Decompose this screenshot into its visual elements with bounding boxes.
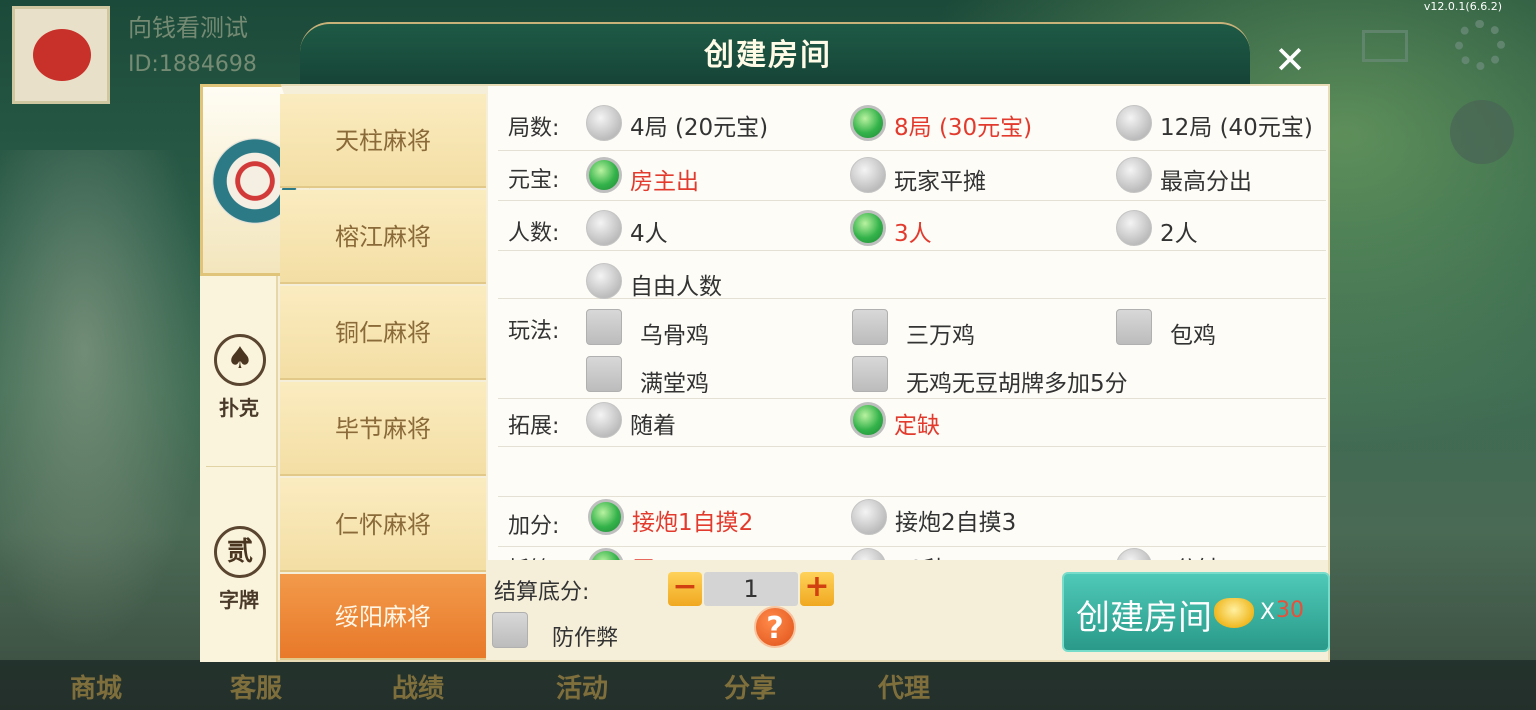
gold-ingot-icon (1214, 598, 1254, 628)
players-2-label[interactable]: 2人 (1160, 214, 1198, 248)
category-tab-poker[interactable]: 扑克 (202, 392, 276, 421)
payer-highest-label[interactable]: 最高分出 (1160, 162, 1252, 196)
play-mantang-checkbox[interactable] (586, 356, 622, 392)
base-score-value: 1 (704, 572, 798, 606)
play-wugu-checkbox[interactable] (586, 309, 622, 345)
payer-host-radio[interactable] (586, 157, 622, 193)
game-tab-bijie[interactable]: 毕节麻将 (280, 382, 486, 476)
spade-icon: ♠ (214, 334, 266, 386)
hosting-label: 托管: (508, 552, 559, 560)
cost-prefix: X (1260, 600, 1276, 625)
rounds-12-label[interactable]: 12局 (40元宝) (1160, 108, 1313, 142)
hosting-10s-radio[interactable] (850, 548, 886, 560)
close-button[interactable]: ✕ (1268, 38, 1312, 82)
row-divider (498, 446, 1326, 447)
base-score-minus-button[interactable]: − (668, 572, 702, 606)
category-tab-zipai[interactable]: 字牌 (202, 584, 276, 613)
nav-shop[interactable]: 商城 (70, 668, 122, 705)
players-4-label[interactable]: 4人 (630, 214, 668, 248)
bonus-2-3-label[interactable]: 接炮2自摸3 (895, 503, 1016, 537)
play-nochicken-checkbox[interactable] (852, 356, 888, 392)
game-tab-rongjiang[interactable]: 榕江麻将 (280, 190, 486, 284)
extend-dingque-radio[interactable] (850, 402, 886, 438)
nav-activity[interactable]: 活动 (556, 668, 608, 705)
rounds-8-label[interactable]: 8局 (30元宝) (894, 108, 1032, 142)
play-baoji-label[interactable]: 包鸡 (1170, 316, 1216, 350)
game-tab-tianzhu[interactable]: 天柱麻将 (280, 94, 486, 188)
players-free-radio[interactable] (586, 263, 622, 299)
row-divider (498, 250, 1326, 251)
row-divider (498, 150, 1326, 151)
extend-label: 拓展: (508, 414, 560, 439)
play-baoji-checkbox[interactable] (1116, 309, 1152, 345)
row-divider (498, 298, 1326, 299)
extend-suizhe-label[interactable]: 随着 (630, 406, 676, 440)
anticheat-checkbox[interactable] (492, 612, 528, 648)
help-button[interactable]: ? (754, 606, 796, 648)
nav-record[interactable]: 战绩 (392, 668, 444, 705)
players-4-radio[interactable] (586, 210, 622, 246)
rounds-4-radio[interactable] (586, 105, 622, 141)
hosting-1m-label[interactable]: 1分钟 (1160, 550, 1221, 560)
rounds-8-radio[interactable] (850, 105, 886, 141)
row-divider (498, 398, 1326, 399)
version-label: v12.0.1(6.6.2) (1423, 0, 1502, 13)
row-divider (498, 496, 1326, 497)
play-nochicken-label[interactable]: 无鸡无豆胡牌多加5分 (906, 364, 1128, 398)
stamp-icon[interactable] (1450, 100, 1514, 164)
payer-split-label[interactable]: 玩家平摊 (894, 162, 986, 196)
payer-label: 元宝: (508, 168, 560, 193)
hosting-10s-label[interactable]: 10秒 (894, 550, 946, 560)
hosting-1m-radio[interactable] (1116, 548, 1152, 560)
row-divider (498, 200, 1326, 201)
extend-dingque-label[interactable]: 定缺 (894, 406, 940, 440)
base-score-label: 结算底分: (494, 580, 590, 605)
base-score-plus-button[interactable]: + (800, 572, 834, 606)
bonus-2-3-radio[interactable] (851, 499, 887, 535)
hosting-none-radio[interactable] (588, 548, 624, 560)
play-wugu-label[interactable]: 乌骨鸡 (640, 316, 709, 350)
players-3-radio[interactable] (850, 210, 886, 246)
category-divider (206, 466, 276, 467)
payer-host-label[interactable]: 房主出 (630, 162, 699, 196)
anticheat-label[interactable]: 防作弊 (552, 620, 618, 652)
game-tab-tongren[interactable]: 铜仁麻将 (280, 286, 486, 380)
extend-suizhe-radio[interactable] (586, 402, 622, 438)
bonus-1-2-radio[interactable] (588, 499, 624, 535)
rounds-12-radio[interactable] (1116, 105, 1152, 141)
nav-service[interactable]: 客服 (230, 668, 282, 705)
rounds-4-label[interactable]: 4局 (20元宝) (630, 108, 768, 142)
bonus-1-2-label[interactable]: 接炮1自摸2 (632, 503, 753, 537)
hosting-none-label[interactable]: 无 (632, 550, 655, 560)
players-2-radio[interactable] (1116, 210, 1152, 246)
players-3-label[interactable]: 3人 (894, 214, 932, 248)
background-plant (0, 150, 210, 650)
game-tab-renhuai[interactable]: 仁怀麻将 (280, 478, 486, 572)
play-sanwan-checkbox[interactable] (852, 309, 888, 345)
play-mantang-label[interactable]: 满堂鸡 (640, 364, 709, 398)
players-free-label[interactable]: 自由人数 (630, 267, 722, 301)
rounds-label: 局数: (508, 116, 560, 141)
play-label: 玩法: (508, 319, 560, 344)
cost-value: 30 (1276, 598, 1304, 623)
payer-highest-radio[interactable] (1116, 157, 1152, 193)
char-tile-icon: 贰 (214, 526, 266, 578)
create-room-label[interactable]: 创建房间 (1076, 590, 1212, 639)
players-label: 人数: (508, 221, 560, 246)
bonus-label: 加分: (508, 514, 560, 539)
game-tab-suiyang[interactable]: 绥阳麻将 (280, 574, 486, 660)
nav-share[interactable]: 分享 (724, 668, 776, 705)
nav-agent[interactable]: 代理 (878, 668, 930, 705)
play-sanwan-label[interactable]: 三万鸡 (906, 316, 975, 350)
payer-split-radio[interactable] (850, 157, 886, 193)
hosting-row-clipped: 托管: 无 10秒 1分钟 (488, 546, 1328, 560)
